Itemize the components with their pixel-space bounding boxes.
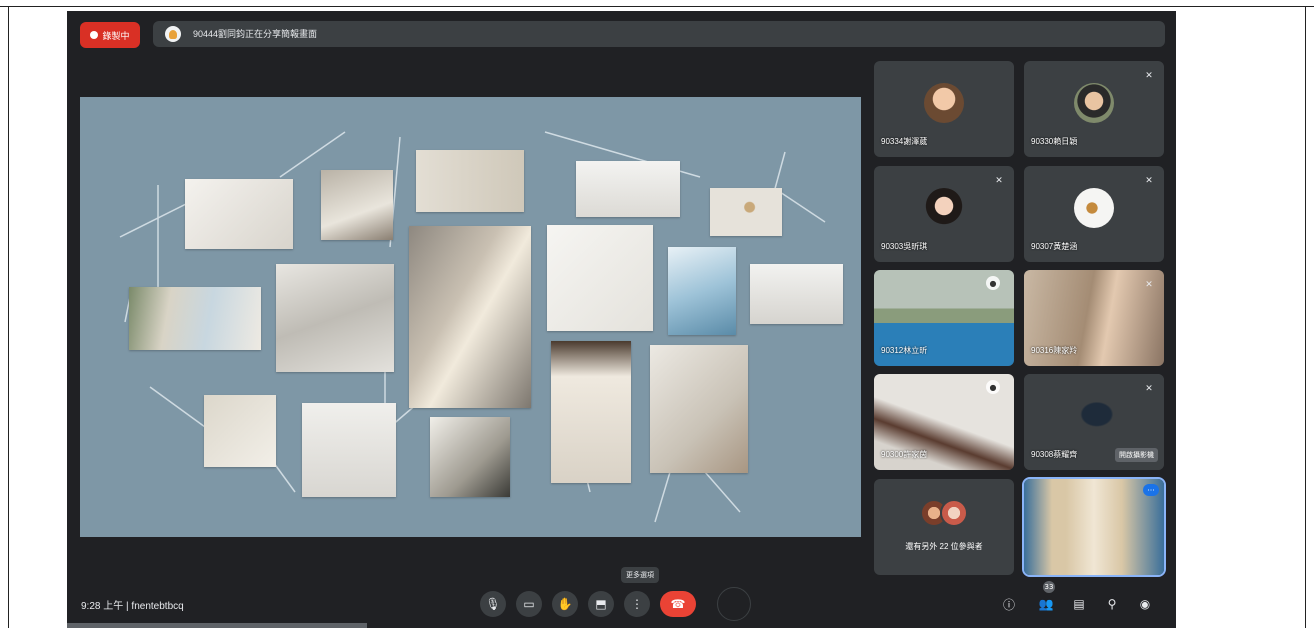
moodboard-photo-8 bbox=[409, 226, 531, 408]
people-icon[interactable]: 👥 bbox=[1037, 595, 1055, 613]
self-video-tile[interactable]: ··· bbox=[1022, 477, 1166, 577]
moodboard-photo-3 bbox=[416, 150, 524, 212]
moodboard-photo-16 bbox=[650, 345, 748, 473]
phone-hangup-icon[interactable]: ☎ bbox=[660, 591, 696, 617]
camera-tooltip: 開啟攝影機 bbox=[1115, 448, 1158, 462]
more-options-tooltip: 更多選項 bbox=[621, 567, 659, 583]
participant-name: 90316陳家羚 bbox=[1031, 346, 1078, 355]
self-more-button[interactable]: ··· bbox=[1143, 484, 1159, 496]
camera-icon[interactable]: ▭ bbox=[516, 591, 542, 617]
captions-icon[interactable] bbox=[717, 587, 751, 621]
participant-tile[interactable]: ✕ 90308蔡耀齊 開啟攝影機 bbox=[1024, 374, 1164, 470]
moodboard-photo-1 bbox=[185, 179, 293, 249]
participant-name: 90312林立昕 bbox=[881, 346, 928, 355]
participant-avatar bbox=[1074, 188, 1114, 228]
participant-name: 90308蔡耀齊 bbox=[1031, 450, 1078, 459]
participant-tile[interactable]: ✕ 90330賴日穎 bbox=[1024, 61, 1164, 157]
shared-presentation[interactable] bbox=[80, 97, 861, 537]
participant-video-tile[interactable]: ● 90300許家茵 bbox=[874, 374, 1014, 470]
participant-name: 90307黃楚涵 bbox=[1031, 242, 1078, 251]
moodboard-photo-10 bbox=[668, 247, 736, 335]
moodboard-photo-15 bbox=[551, 341, 631, 483]
meet-window: 錄製中 90444劉同鈞正在分享簡報畫面 90334謝澤葳 ✕ 90330賴日穎… bbox=[67, 11, 1176, 628]
presenting-banner: 90444劉同鈞正在分享簡報畫面 bbox=[153, 21, 1165, 47]
mic-off-icon: ✕ bbox=[1145, 176, 1153, 186]
frame-border-right bbox=[1305, 6, 1306, 628]
more-participants-label: 還有另外 22 位參與者 bbox=[905, 542, 983, 551]
recording-dot-icon bbox=[90, 31, 99, 39]
participant-avatar bbox=[1074, 83, 1114, 123]
participant-tile[interactable]: ✕ 90303吳昕琪 bbox=[874, 166, 1014, 262]
moodboard-photo-14 bbox=[430, 417, 510, 497]
people-count-badge: 33 bbox=[1043, 581, 1055, 593]
moodboard-photo-9 bbox=[547, 225, 653, 331]
participant-video-tile[interactable]: ● 90312林立昕 bbox=[874, 270, 1014, 366]
mic-off-icon: ✕ bbox=[1145, 384, 1153, 394]
moodboard-photo-11 bbox=[750, 264, 843, 324]
mic-off-icon: ✕ bbox=[995, 176, 1003, 186]
participant-video-tile[interactable]: ✕ 90316陳家羚 bbox=[1024, 270, 1164, 366]
moodboard-photo-7 bbox=[276, 264, 394, 372]
frame-border-left bbox=[8, 6, 9, 628]
recording-badge[interactable]: 錄製中 bbox=[80, 22, 140, 48]
meeting-code: fnentebtbcq bbox=[131, 601, 184, 612]
presenting-banner-text: 90444劉同鈞正在分享簡報畫面 bbox=[193, 29, 318, 39]
moodboard-photo-5 bbox=[710, 188, 782, 236]
mic-on-icon: ● bbox=[986, 380, 1000, 394]
recording-label: 錄製中 bbox=[102, 30, 130, 41]
moodboard-photo-13 bbox=[302, 403, 396, 497]
raise-hand-icon[interactable]: ✋ bbox=[552, 591, 578, 617]
chat-icon[interactable]: ▤ bbox=[1070, 595, 1088, 613]
meeting-info: 9:28 上午 | fnentebtbcq bbox=[81, 601, 184, 612]
frame-border-top bbox=[0, 6, 1314, 7]
participant-avatar bbox=[924, 83, 964, 123]
moodboard-photo-4 bbox=[576, 161, 680, 217]
mic-icon[interactable]: 🎙 bbox=[480, 591, 506, 617]
presenter-avatar bbox=[165, 26, 181, 42]
mic-on-icon: ● bbox=[986, 276, 1000, 290]
more-participants-tile[interactable]: 還有另外 22 位參與者 bbox=[874, 479, 1014, 575]
host-controls-icon[interactable]: ◉ bbox=[1136, 595, 1154, 613]
participant-avatar-stack bbox=[920, 499, 970, 527]
activities-icon[interactable]: ⚲ bbox=[1103, 595, 1121, 613]
moodboard-photo-12 bbox=[204, 395, 276, 467]
self-video bbox=[1024, 479, 1164, 575]
moodboard-photo-2 bbox=[321, 170, 393, 240]
participant-name: 90334謝澤葳 bbox=[881, 137, 928, 146]
mic-off-icon: ✕ bbox=[1145, 280, 1153, 290]
clock-time: 9:28 上午 bbox=[81, 601, 124, 612]
present-icon[interactable]: ⬒ bbox=[588, 591, 614, 617]
participant-avatar bbox=[924, 188, 964, 228]
moodboard-photo-6 bbox=[129, 287, 261, 350]
info-icon[interactable]: ⓘ bbox=[1000, 595, 1018, 613]
mic-off-icon: ✕ bbox=[1145, 71, 1153, 81]
taskbar-fragment bbox=[67, 623, 367, 628]
participant-tile[interactable]: 90334謝澤葳 bbox=[874, 61, 1014, 157]
participant-tile[interactable]: ✕ 90307黃楚涵 bbox=[1024, 166, 1164, 262]
participant-name: 90330賴日穎 bbox=[1031, 137, 1078, 146]
participant-name: 90300許家茵 bbox=[881, 450, 928, 459]
more-vert-icon[interactable]: ⋮ bbox=[624, 591, 650, 617]
participant-name: 90303吳昕琪 bbox=[881, 242, 928, 251]
